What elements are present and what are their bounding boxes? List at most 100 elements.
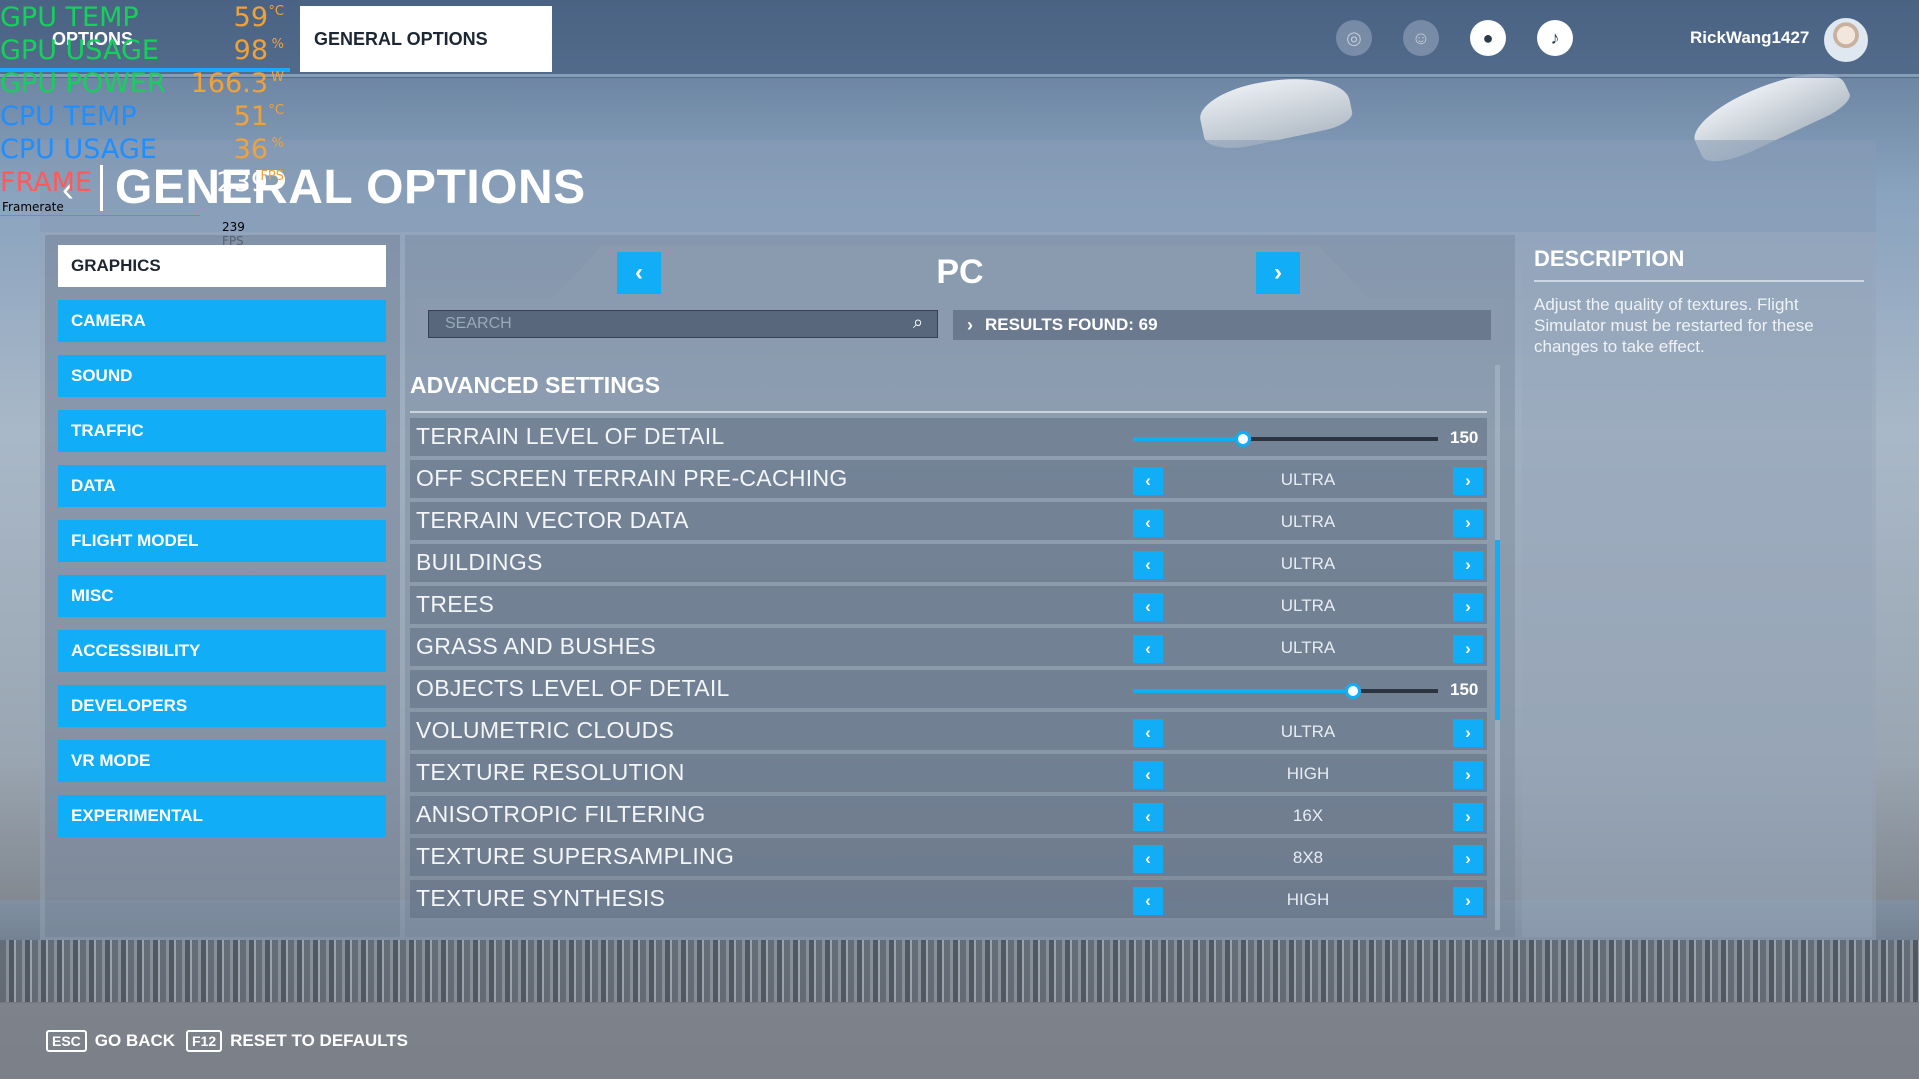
chevron-right-icon: ›: [1274, 259, 1282, 286]
sidebar-item-label: MISC: [71, 586, 114, 605]
section-divider: [410, 411, 1487, 413]
search-input[interactable]: [428, 310, 938, 338]
setting-value: ULTRA: [1280, 722, 1336, 741]
setting-prev-button[interactable]: ‹: [1133, 635, 1163, 663]
sidebar-item-label: CAMERA: [71, 311, 146, 330]
sidebar-item-camera[interactable]: CAMERA: [58, 300, 386, 342]
setting-next-button[interactable]: ›: [1453, 761, 1483, 789]
hud-label: GPU USAGE: [0, 35, 159, 66]
sidebar-item-traffic[interactable]: TRAFFIC: [58, 410, 386, 452]
setting-value: ULTRA: [1280, 596, 1336, 615]
reset-defaults-button[interactable]: F12 RESET TO DEFAULTS: [186, 1030, 408, 1052]
slider-fill: [1133, 689, 1353, 693]
setting-row[interactable]: GRASS AND BUSHES ‹ ULTRA ›: [410, 628, 1487, 666]
platform-next-button[interactable]: ›: [1256, 252, 1300, 294]
hud-unit: %: [271, 136, 284, 151]
chevron-right-icon: ›: [967, 314, 973, 335]
hud-unit: FPS: [260, 169, 284, 184]
setting-row[interactable]: TEXTURE SYNTHESIS ‹ HIGH ›: [410, 880, 1487, 918]
hud-label: GPU TEMP: [0, 2, 139, 33]
setting-next-button[interactable]: ›: [1453, 719, 1483, 747]
avatar[interactable]: [1824, 18, 1868, 62]
setting-value: 8X8: [1292, 848, 1324, 867]
setting-next-button[interactable]: ›: [1453, 803, 1483, 831]
description-title: DESCRIPTION: [1534, 246, 1685, 271]
hud-label: GPU POWER: [0, 68, 166, 99]
setting-prev-button[interactable]: ‹: [1133, 593, 1163, 621]
setting-next-button[interactable]: ›: [1453, 551, 1483, 579]
setting-row[interactable]: TEXTURE RESOLUTION ‹ HIGH ›: [410, 754, 1487, 792]
setting-prev-button[interactable]: ‹: [1133, 509, 1163, 537]
profile-icon[interactable]: ●: [1470, 20, 1506, 56]
sidebar-item-vr-mode[interactable]: VR MODE: [58, 740, 386, 782]
slider-thumb[interactable]: [1345, 683, 1361, 699]
setting-prev-button[interactable]: ‹: [1133, 803, 1163, 831]
setting-prev-button[interactable]: ‹: [1133, 551, 1163, 579]
setting-row[interactable]: TEXTURE SUPERSAMPLING ‹ 8X8 ›: [410, 838, 1487, 876]
setting-prev-button[interactable]: ‹: [1133, 845, 1163, 873]
hud-value: 59: [233, 2, 268, 33]
username[interactable]: RickWang1427: [1690, 28, 1809, 48]
setting-prev-button[interactable]: ‹: [1133, 887, 1163, 915]
go-back-button[interactable]: ESC GO BACK: [46, 1030, 175, 1052]
notifications-icon[interactable]: ♪: [1537, 20, 1573, 56]
setting-row[interactable]: ANISOTROPIC FILTERING ‹ 16X ›: [410, 796, 1487, 834]
setting-label: TREES: [416, 591, 495, 617]
setting-prev-button[interactable]: ‹: [1133, 719, 1163, 747]
setting-row[interactable]: TERRAIN LEVEL OF DETAIL 150: [410, 418, 1487, 456]
setting-label: TEXTURE SUPERSAMPLING: [416, 843, 735, 869]
setting-next-button[interactable]: ›: [1453, 593, 1483, 621]
sidebar-item-data[interactable]: DATA: [58, 465, 386, 507]
setting-label: ANISOTROPIC FILTERING: [416, 801, 706, 827]
search-icon[interactable]: ⌕: [913, 312, 923, 333]
setting-row[interactable]: TERRAIN VECTOR DATA ‹ ULTRA ›: [410, 502, 1487, 540]
sidebar-item-flight-model[interactable]: FLIGHT MODEL: [58, 520, 386, 562]
hud-row-cpu-usage: CPU USAGE 36 %: [0, 134, 290, 166]
platform-label: PC: [936, 253, 984, 291]
setting-next-button[interactable]: ›: [1453, 635, 1483, 663]
setting-row[interactable]: TREES ‹ ULTRA ›: [410, 586, 1487, 624]
setting-next-button[interactable]: ›: [1453, 467, 1483, 495]
setting-label: OFF SCREEN TERRAIN PRE-CACHING: [416, 465, 848, 491]
hud-unit: °C: [268, 4, 284, 19]
friends-icon[interactable]: ☺: [1403, 20, 1439, 56]
achievements-icon[interactable]: ◎: [1336, 20, 1372, 56]
sidebar-item-developers[interactable]: DEVELOPERS: [58, 685, 386, 727]
setting-prev-button[interactable]: ‹: [1133, 467, 1163, 495]
f12-key-badge: F12: [186, 1030, 223, 1052]
hud-label: CPU TEMP: [0, 101, 137, 132]
sidebar-item-label: VR MODE: [71, 751, 151, 770]
description-text: Adjust the quality of textures. Flight S…: [1534, 295, 1814, 356]
setting-row[interactable]: OBJECTS LEVEL OF DETAIL 150: [410, 670, 1487, 708]
go-back-label: GO BACK: [94, 1031, 176, 1050]
setting-label: VOLUMETRIC CLOUDS: [416, 717, 675, 743]
hud-row-cpu-temp: CPU TEMP 51 °C: [0, 101, 290, 133]
setting-next-button[interactable]: ›: [1453, 887, 1483, 915]
hud-unit: W: [271, 70, 284, 85]
hud-label: CPU USAGE: [0, 134, 157, 165]
settings-scroll-thumb[interactable]: [1495, 540, 1500, 720]
hud-row-gpu-usage: GPU USAGE 98 %: [0, 35, 290, 67]
hud-value: 98: [233, 35, 268, 66]
setting-next-button[interactable]: ›: [1453, 845, 1483, 873]
hud-label: FRAME: [0, 167, 93, 198]
sidebar-item-experimental[interactable]: EXPERIMENTAL: [58, 795, 386, 837]
setting-row[interactable]: OFF SCREEN TERRAIN PRE-CACHING ‹ ULTRA ›: [410, 460, 1487, 498]
sidebar-item-label: SOUND: [71, 366, 133, 385]
hud-row-gpu-temp: GPU TEMP 59 °C: [0, 2, 290, 34]
setting-prev-button[interactable]: ‹: [1133, 761, 1163, 789]
sidebar-item-sound[interactable]: SOUND: [58, 355, 386, 397]
esc-key-badge: ESC: [46, 1030, 87, 1052]
sidebar-item-misc[interactable]: MISC: [58, 575, 386, 617]
hud-framerate-graph: [0, 215, 200, 229]
slider-value: 150: [1450, 428, 1479, 447]
sidebar-item-graphics[interactable]: GRAPHICS: [58, 245, 386, 287]
setting-row[interactable]: VOLUMETRIC CLOUDS ‹ ULTRA ›: [410, 712, 1487, 750]
tab-general-options[interactable]: GENERAL OPTIONS: [300, 6, 552, 72]
sidebar-item-accessibility[interactable]: ACCESSIBILITY: [58, 630, 386, 672]
platform-prev-button[interactable]: ‹: [617, 252, 661, 294]
slider-thumb[interactable]: [1235, 431, 1251, 447]
setting-row[interactable]: BUILDINGS ‹ ULTRA ›: [410, 544, 1487, 582]
setting-next-button[interactable]: ›: [1453, 509, 1483, 537]
setting-label: OBJECTS LEVEL OF DETAIL: [416, 675, 730, 701]
